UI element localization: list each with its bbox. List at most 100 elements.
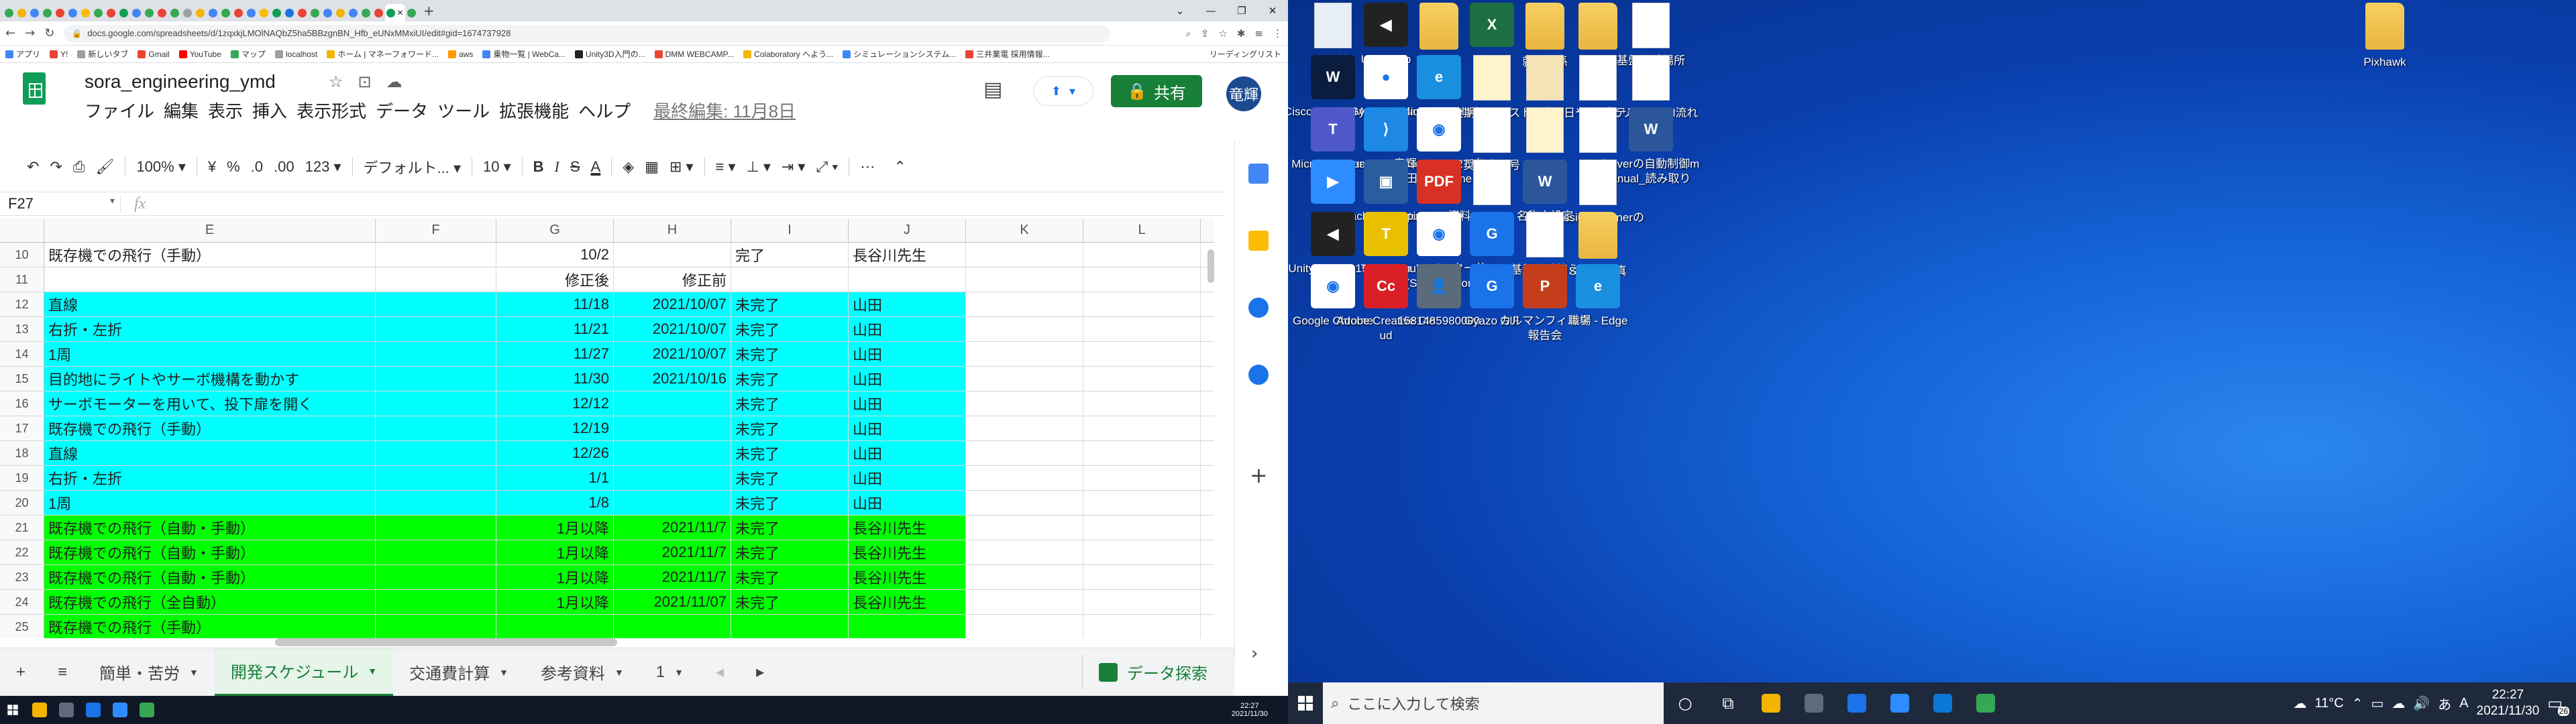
cell-i[interactable]: 未完了 bbox=[731, 590, 849, 614]
cell-f[interactable] bbox=[376, 342, 496, 366]
browser-tab[interactable] bbox=[258, 4, 270, 21]
cell-h[interactable]: 2021/10/16 bbox=[614, 367, 731, 391]
sheet-tab[interactable]: 参考資料 ▼ bbox=[525, 648, 640, 697]
number-format-select[interactable]: 123 ▾ bbox=[305, 158, 341, 176]
cell-e[interactable]: 既存機での飛行（手動） bbox=[44, 243, 376, 267]
new-tab-button[interactable]: + bbox=[423, 3, 435, 19]
notification-icon[interactable]: ▭ 26 bbox=[2547, 694, 2569, 716]
cell-j[interactable]: 山田 bbox=[849, 367, 966, 391]
cell-h[interactable]: 2021/10/07 bbox=[614, 292, 731, 316]
row-header[interactable]: 14 bbox=[0, 342, 44, 366]
cell-l[interactable] bbox=[1083, 317, 1201, 341]
cell-g[interactable]: 1月以降 bbox=[496, 590, 614, 614]
cell-h[interactable] bbox=[614, 491, 731, 515]
cell-g[interactable]: 1/8 bbox=[496, 491, 614, 515]
sheets-logo-icon[interactable] bbox=[23, 72, 46, 105]
cell-g[interactable]: 1/1 bbox=[496, 466, 614, 490]
share-icon[interactable]: ⇪ bbox=[1201, 27, 1210, 40]
scroll-left-icon[interactable]: ◂ bbox=[700, 648, 740, 697]
cell-k[interactable] bbox=[966, 367, 1083, 391]
bookmark-item[interactable]: Colaboratory へよう... bbox=[743, 48, 833, 60]
cell-k[interactable] bbox=[966, 565, 1083, 589]
sheet-tab[interactable]: 交通費計算 ▼ bbox=[393, 648, 525, 697]
bookmark-item[interactable]: ホーム | マネーフォワード... bbox=[327, 48, 439, 60]
percent-button[interactable]: % bbox=[227, 158, 240, 176]
browser-tab[interactable] bbox=[283, 4, 296, 21]
cell-l[interactable] bbox=[1083, 367, 1201, 391]
weather-icon[interactable]: ☁ bbox=[2294, 695, 2307, 712]
cell-l[interactable] bbox=[1083, 565, 1201, 589]
cell-j[interactable] bbox=[849, 267, 966, 292]
cell-k[interactable] bbox=[966, 540, 1083, 564]
cell-h[interactable] bbox=[614, 615, 731, 638]
cell-e[interactable]: 目的地にライトやサーボ機構を動かす bbox=[44, 367, 376, 391]
select-all-corner[interactable] bbox=[0, 219, 44, 242]
cell-f[interactable] bbox=[376, 565, 496, 589]
browser-tab[interactable] bbox=[334, 4, 347, 21]
column-header[interactable]: G bbox=[496, 219, 614, 242]
currency-button[interactable]: ¥ bbox=[208, 158, 216, 176]
cell-e[interactable]: 1周 bbox=[44, 491, 376, 515]
print-icon[interactable]: ⎙ bbox=[73, 158, 85, 176]
browser-tab[interactable] bbox=[405, 4, 418, 21]
avatar[interactable]: 竜輝 bbox=[1226, 76, 1261, 111]
cell-e[interactable]: 既存機での飛行（手動） bbox=[44, 416, 376, 440]
zoom-icon[interactable] bbox=[113, 703, 127, 717]
cell-j[interactable]: 山田 bbox=[849, 342, 966, 366]
cell-j[interactable]: 山田 bbox=[849, 441, 966, 465]
sheet-tab[interactable]: 簡単・苦労 ▼ bbox=[83, 648, 215, 697]
cell-h[interactable]: 2021/11/7 bbox=[614, 540, 731, 564]
cell-i[interactable]: 未完了 bbox=[731, 342, 849, 366]
cell-h[interactable]: 2021/11/7 bbox=[614, 565, 731, 589]
cortana-icon[interactable]: ○ bbox=[1664, 682, 1707, 724]
back-icon[interactable]: ← bbox=[5, 26, 15, 40]
explorer-icon[interactable] bbox=[32, 703, 47, 717]
ime-icon[interactable]: あ bbox=[2438, 694, 2451, 713]
minimize-button[interactable]: — bbox=[1195, 5, 1226, 17]
column-header[interactable]: K bbox=[966, 219, 1083, 242]
cell-h[interactable] bbox=[614, 391, 731, 416]
cell-f[interactable] bbox=[376, 540, 496, 564]
cell-l[interactable] bbox=[1083, 491, 1201, 515]
browser-tab[interactable] bbox=[321, 4, 334, 21]
taskbar-clock[interactable]: 22:27 2021/11/30 bbox=[2477, 687, 2540, 719]
cell-h[interactable] bbox=[614, 441, 731, 465]
menu-item[interactable]: 表示 bbox=[208, 98, 243, 123]
cell-i[interactable]: 未完了 bbox=[731, 292, 849, 316]
browser-tab[interactable] bbox=[270, 4, 283, 21]
undo-icon[interactable]: ↶ bbox=[27, 158, 39, 176]
cell-e[interactable] bbox=[44, 267, 376, 292]
column-header[interactable]: E bbox=[44, 219, 376, 242]
cell-k[interactable] bbox=[966, 342, 1083, 366]
cell-g[interactable]: 10/2 bbox=[496, 243, 614, 267]
bookmark-item[interactable]: aws bbox=[447, 48, 473, 60]
cell-i[interactable]: 未完了 bbox=[731, 391, 849, 416]
cell-l[interactable] bbox=[1083, 466, 1201, 490]
vertical-align-icon[interactable]: ⊥ ▾ bbox=[747, 158, 771, 176]
redo-icon[interactable]: ↷ bbox=[50, 158, 62, 176]
sheet-tab[interactable]: 開発スケジュール ▼ bbox=[214, 648, 394, 697]
browser-tab[interactable] bbox=[130, 4, 143, 21]
font-size-select[interactable]: 10 ▾ bbox=[483, 158, 511, 176]
bookmark-item[interactable]: Unity3D入門の... bbox=[574, 48, 645, 60]
cell-l[interactable] bbox=[1083, 342, 1201, 366]
column-header[interactable]: F bbox=[376, 219, 496, 242]
cell-h[interactable]: 2021/11/7 bbox=[614, 516, 731, 540]
cell-e[interactable]: 既存機での飛行（自動・手動） bbox=[44, 565, 376, 589]
decrease-decimal-button[interactable]: .0 bbox=[251, 158, 263, 176]
bookmark-item[interactable]: Gmail bbox=[138, 48, 170, 60]
text-wrap-icon[interactable]: ⇥ ▾ bbox=[782, 158, 806, 176]
row-header[interactable]: 20 bbox=[0, 491, 44, 515]
cell-g[interactable]: 12/12 bbox=[496, 391, 614, 416]
borders-icon[interactable]: ▦ bbox=[645, 158, 659, 176]
move-folder-icon[interactable]: ⊡ bbox=[358, 72, 372, 91]
horizontal-align-icon[interactable]: ≡ ▾ bbox=[716, 158, 736, 176]
cell-k[interactable] bbox=[966, 466, 1083, 490]
cell-k[interactable] bbox=[966, 243, 1083, 267]
row-header[interactable]: 19 bbox=[0, 466, 44, 490]
menu-item[interactable]: データ bbox=[376, 98, 428, 123]
browser-tab[interactable] bbox=[143, 4, 156, 21]
cell-i[interactable]: 未完了 bbox=[731, 416, 849, 440]
comment-icon[interactable]: ▤ bbox=[983, 78, 1002, 101]
italic-icon[interactable]: I bbox=[555, 158, 559, 176]
